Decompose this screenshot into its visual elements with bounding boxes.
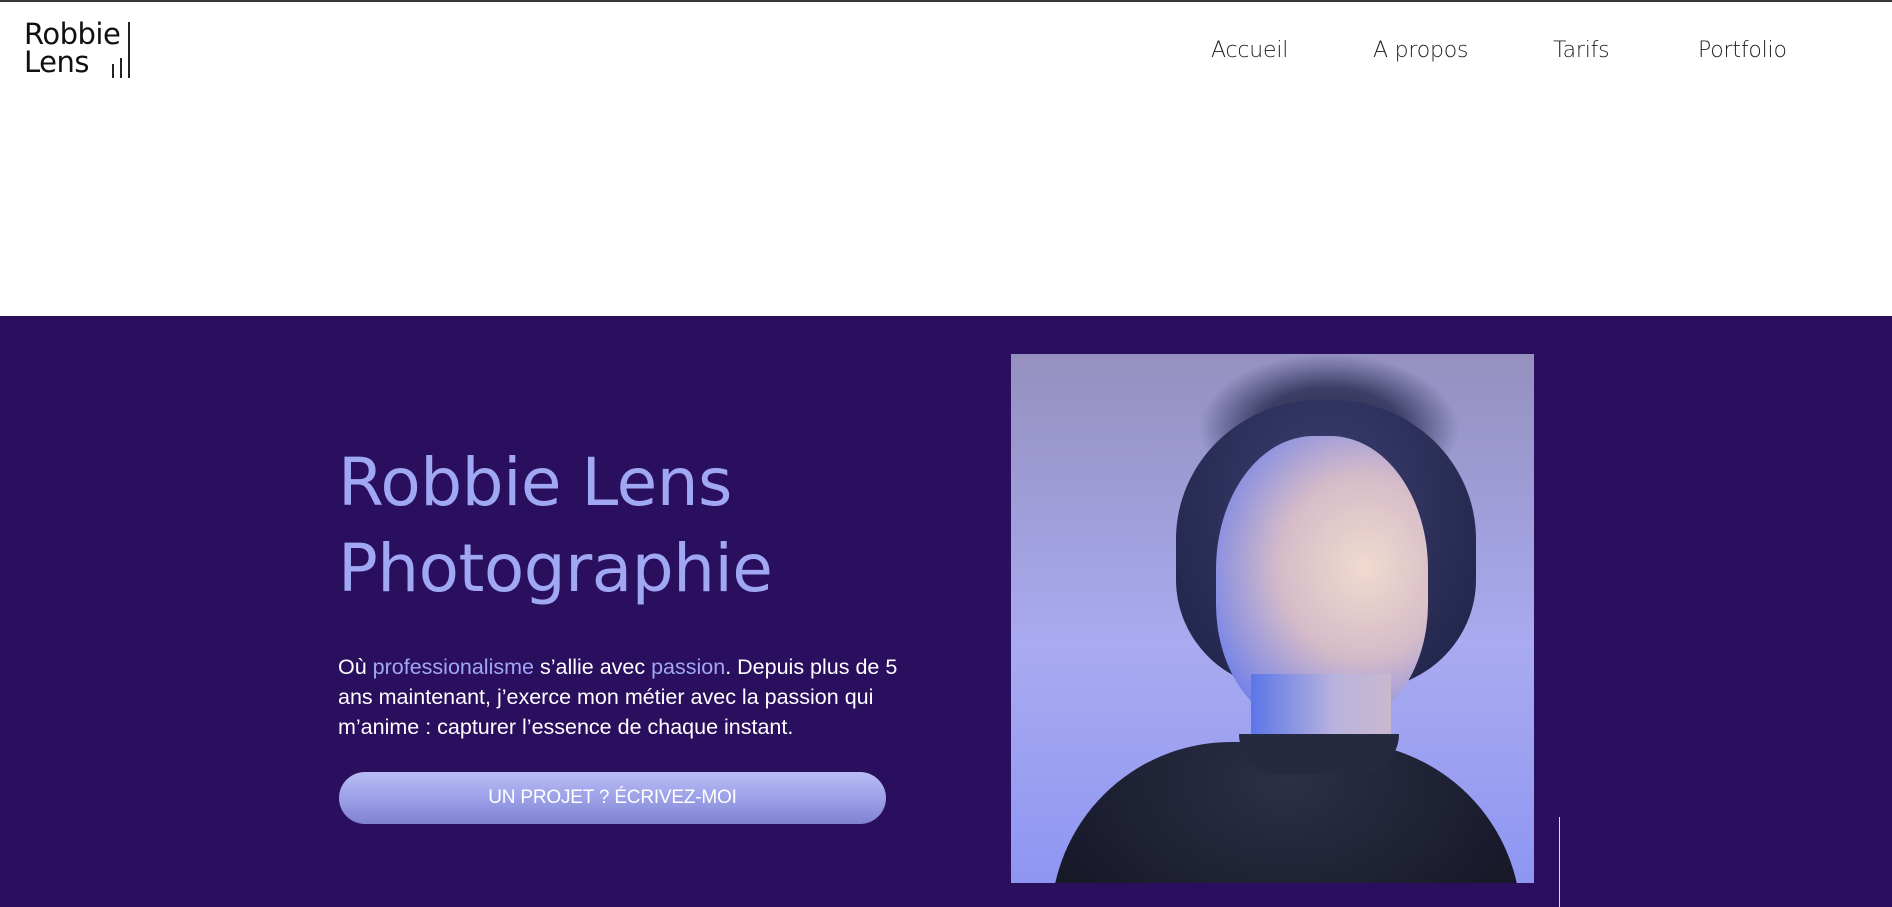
- brand-logo-line2: Lens: [24, 45, 89, 79]
- hero-title-line1: Robbie Lens: [338, 444, 732, 521]
- hero-title: Robbie Lens Photographie: [338, 440, 898, 612]
- nav-item-accueil[interactable]: Accueil: [1211, 38, 1288, 63]
- portrait-collar: [1239, 734, 1399, 774]
- decorative-divider-line: [1559, 817, 1560, 907]
- logo-mark-bar: [128, 22, 130, 78]
- nav-item-a-propos[interactable]: A propos: [1373, 38, 1469, 63]
- hero-description: Où professionalisme s’allie avec passion…: [338, 652, 898, 742]
- portrait-photo: [1011, 354, 1534, 883]
- brand-logo[interactable]: Robbie Lens: [24, 20, 132, 80]
- hero-text-highlight-professionalisme: professionalisme: [372, 655, 534, 679]
- hero-title-line2: Photographie: [338, 530, 773, 607]
- hero-text-highlight-passion: passion: [651, 655, 726, 679]
- nav-item-portfolio[interactable]: Portfolio: [1698, 38, 1787, 63]
- nav-item-tarifs[interactable]: Tarifs: [1553, 38, 1610, 63]
- logo-mark-bar: [112, 64, 114, 78]
- site-header: Robbie Lens Accueil A propos Tarifs Port…: [0, 2, 1892, 316]
- hero-text-prefix: Où: [338, 655, 373, 679]
- hero-section: Robbie Lens Photographie Où professional…: [0, 316, 1892, 907]
- logo-mark-bar: [120, 58, 122, 78]
- brand-logo-line1: Robbie: [24, 17, 121, 51]
- contact-cta-button[interactable]: UN PROJET ? ÉCRIVEZ-MOI: [339, 772, 886, 824]
- hero-text-mid: s’allie avec: [533, 655, 652, 679]
